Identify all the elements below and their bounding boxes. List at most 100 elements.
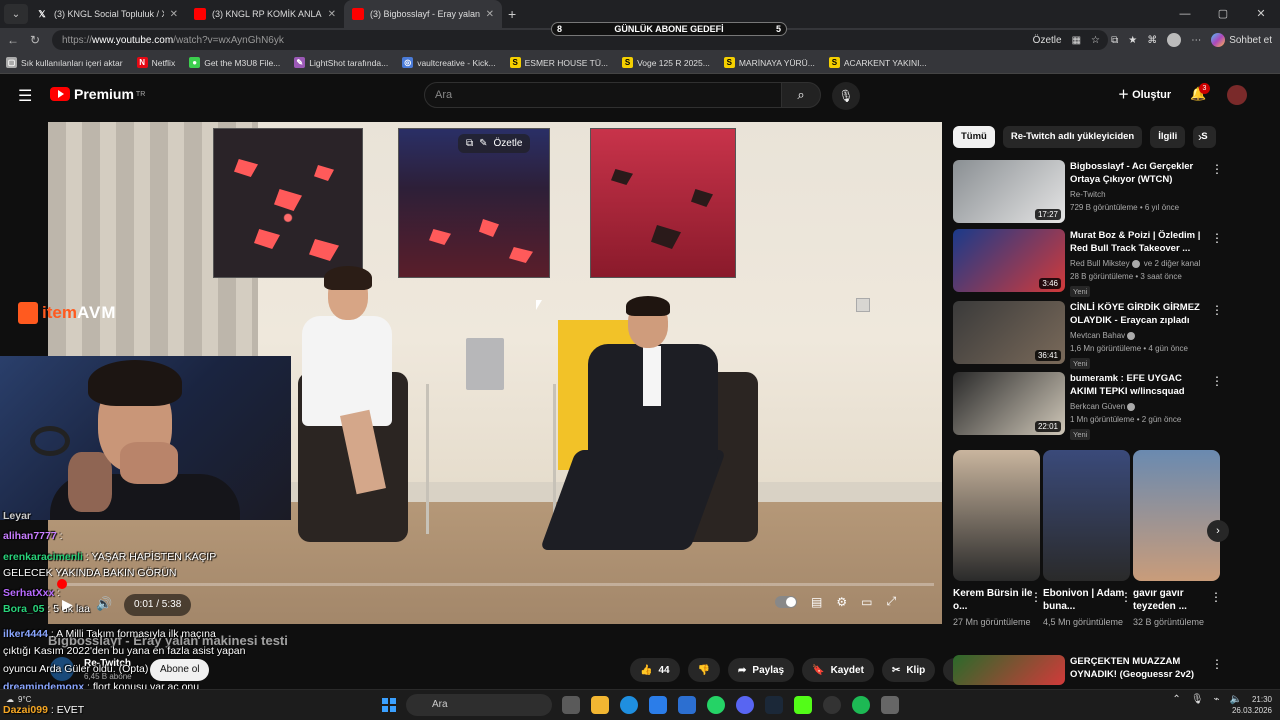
video-thumbnail[interactable] bbox=[953, 655, 1065, 685]
more-vertical-icon[interactable]: ⋮ bbox=[1211, 657, 1223, 671]
filter-chip[interactable]: Re-Twitch adlı yükleyiciden bbox=[1002, 126, 1143, 148]
short-title[interactable]: gavır gavır teyzeden ... bbox=[1133, 587, 1220, 613]
bookmark-item[interactable]: ◎ vaultcreative - Kick... bbox=[402, 57, 496, 68]
shorts-next-button[interactable]: › bbox=[1207, 520, 1229, 542]
more-vertical-icon[interactable]: ⋮ bbox=[1211, 231, 1223, 245]
more-vertical-icon[interactable]: ⋮ bbox=[1120, 590, 1132, 604]
like-button[interactable]: 👍 44 bbox=[630, 658, 680, 682]
channel-name[interactable]: Re-Twitch bbox=[1070, 190, 1106, 199]
extensions-icon[interactable]: ⧉ bbox=[1111, 35, 1118, 46]
reload-icon[interactable]: ↻ bbox=[24, 33, 46, 47]
short-item[interactable]: gavır gavır teyzeden ... 32 B görüntüleme… bbox=[1133, 450, 1222, 628]
recommended-video[interactable]: 17:27 Bigbosslayf - Acı Gerçekler Ortaya … bbox=[953, 160, 1273, 224]
filter-chip[interactable]: Tümü bbox=[953, 126, 995, 148]
short-thumbnail[interactable] bbox=[1133, 450, 1220, 581]
app-grid-icon[interactable]: ▦ bbox=[1072, 35, 1081, 46]
account-avatar[interactable] bbox=[1227, 85, 1247, 105]
close-tab-icon[interactable]: ✕ bbox=[170, 9, 178, 20]
kick-icon[interactable] bbox=[794, 696, 812, 714]
channel-name[interactable]: Berkcan Güven bbox=[1070, 402, 1137, 411]
edge-icon[interactable] bbox=[620, 696, 638, 714]
network-icon[interactable]: ⌁ bbox=[1214, 694, 1220, 705]
recommended-video[interactable]: 36:41 CİNLİ KÖYE GİRDİK GİRMEZ OLAYDIK - … bbox=[953, 301, 1273, 369]
volume-icon[interactable]: 🔊 bbox=[96, 596, 112, 612]
collections-icon[interactable]: ⌘ bbox=[1147, 35, 1157, 46]
video-title[interactable]: bumeramk : EFE UYGAC AKIMI TEPKI w/lincs… bbox=[1070, 372, 1210, 398]
profile-avatar[interactable] bbox=[1167, 33, 1182, 47]
bookmark-item[interactable]: S ESMER HOUSE TÜ... bbox=[509, 57, 608, 68]
minimize-button[interactable]: — bbox=[1166, 0, 1204, 28]
video-thumbnail[interactable]: 36:41 bbox=[953, 301, 1065, 364]
weather-widget[interactable]: ☁ 9°C bbox=[6, 695, 31, 704]
back-arrow-icon[interactable]: ← bbox=[2, 33, 24, 47]
more-vertical-icon[interactable]: ⋮ bbox=[1211, 162, 1223, 176]
share-button[interactable]: ➦ Paylaş bbox=[728, 658, 795, 682]
more-vertical-icon[interactable]: ⋮ bbox=[1210, 590, 1222, 604]
recommended-video[interactable]: 3:46 Murat Boz & Poizi | Özledim | Red Bu… bbox=[953, 229, 1273, 297]
browser-tab[interactable]: 𝕏 (3) KNGL Social Topluluk / X ✕ bbox=[28, 0, 186, 28]
video-thumbnail[interactable]: 17:27 bbox=[953, 160, 1065, 223]
bookmark-item[interactable]: N Netflix bbox=[136, 57, 175, 68]
browser-tab-active[interactable]: (3) Bigbosslayf - Eray yalan makine ✕ bbox=[344, 0, 502, 28]
short-thumbnail[interactable] bbox=[1043, 450, 1130, 581]
close-tab-icon[interactable]: ✕ bbox=[486, 9, 494, 20]
bookmark-item[interactable]: ✎ LightShot tarafında... bbox=[294, 57, 388, 68]
windows-start-icon[interactable] bbox=[382, 698, 396, 712]
settings-gear-icon[interactable]: ⚙ bbox=[836, 595, 847, 609]
store-icon[interactable] bbox=[649, 696, 667, 714]
whatsapp-icon[interactable] bbox=[707, 696, 725, 714]
chevron-up-icon[interactable]: ⌃ bbox=[1172, 694, 1180, 705]
bookmark-item[interactable]: S Voge 125 R 2025... bbox=[622, 57, 710, 68]
video-title[interactable]: Bigbosslayf - Acı Gerçekler Ortaya Çıkıy… bbox=[1070, 160, 1210, 186]
subtitles-icon[interactable]: ▤ bbox=[811, 595, 822, 609]
recommended-video[interactable]: 22:01 bumeramk : EFE UYGAC AKIMI TEPKI w/… bbox=[953, 372, 1273, 440]
file-explorer-icon[interactable] bbox=[591, 696, 609, 714]
save-button[interactable]: 🔖 Kaydet bbox=[802, 658, 874, 682]
video-progress-bar[interactable] bbox=[56, 579, 934, 589]
video-title[interactable]: GERÇEKTEN MUAZZAM OYNADIK! (Geoguessr 2v… bbox=[1070, 655, 1210, 681]
task-view-icon[interactable] bbox=[562, 696, 580, 714]
maximize-button[interactable]: ▢ bbox=[1204, 0, 1242, 28]
more-vertical-icon[interactable]: ⋮ bbox=[1211, 374, 1223, 388]
play-icon[interactable]: ▶ bbox=[62, 596, 73, 613]
favorites-icon[interactable]: ★ bbox=[1128, 35, 1137, 46]
clip-button[interactable]: ✂ Klip bbox=[881, 658, 936, 682]
browser-tab[interactable]: (3) KNGL RP KOMİK ANLAR #12 - ✕ bbox=[186, 0, 344, 28]
bookmark-item[interactable]: S ACARKENT YAKINI... bbox=[828, 57, 927, 68]
autoplay-toggle[interactable] bbox=[775, 595, 797, 608]
chevron-right-icon[interactable]: › bbox=[1198, 130, 1202, 144]
dislike-button[interactable]: 👎 bbox=[687, 658, 721, 682]
youtube-premium-logo[interactable]: Premium TR bbox=[50, 86, 145, 102]
bookmark-item[interactable]: S MARİNAYA YÜRÜ... bbox=[723, 57, 815, 68]
mail-icon[interactable] bbox=[678, 696, 696, 714]
steam-icon[interactable] bbox=[765, 696, 783, 714]
bookmark-item[interactable]: ▢ Sık kullanılanları içeri aktar bbox=[6, 57, 123, 68]
short-title[interactable]: Ebonivon | Adam buna... bbox=[1043, 587, 1130, 613]
fullscreen-icon[interactable]: ⤢ bbox=[886, 594, 896, 609]
tab-actions-menu-button[interactable]: ⌄ bbox=[4, 4, 28, 24]
video-thumbnail[interactable]: 22:01 bbox=[953, 372, 1065, 435]
close-window-button[interactable]: ✕ bbox=[1242, 0, 1280, 28]
create-button[interactable]: ＋ Oluştur bbox=[1118, 86, 1171, 102]
search-input[interactable]: Ara bbox=[424, 82, 782, 108]
summarize-video-button[interactable]: ⧉ ✎ Özetle bbox=[458, 134, 531, 153]
new-tab-button[interactable]: + bbox=[508, 6, 516, 22]
copilot-button[interactable]: Sohbet et bbox=[1211, 33, 1272, 47]
menu-hamburger-icon[interactable]: ☰ bbox=[18, 86, 32, 106]
filter-chip[interactable]: S bbox=[1193, 126, 1216, 148]
more-vertical-icon[interactable]: ⋮ bbox=[1211, 303, 1223, 317]
summarize-page-button[interactable]: Özetle bbox=[1033, 35, 1062, 46]
taskbar-search-input[interactable]: Ara bbox=[406, 694, 552, 716]
microphone-icon[interactable]: 🎙 bbox=[1191, 694, 1204, 705]
voice-search-button[interactable]: 🎙 bbox=[832, 82, 860, 110]
bookmark-item[interactable]: ● Get the M3U8 File... bbox=[189, 57, 280, 68]
video-thumbnail[interactable]: 3:46 bbox=[953, 229, 1065, 292]
system-clock[interactable]: 21:30 26.03.2026 bbox=[1232, 694, 1272, 716]
short-title[interactable]: Kerem Bürsin ile o... bbox=[953, 587, 1040, 613]
subscribe-button[interactable]: Abone ol bbox=[150, 659, 210, 681]
obs-icon[interactable] bbox=[823, 696, 841, 714]
spotify-icon[interactable] bbox=[852, 696, 870, 714]
video-title[interactable]: Murat Boz & Poizi | Özledim | Red Bull T… bbox=[1070, 229, 1210, 255]
discord-icon[interactable] bbox=[736, 696, 754, 714]
close-tab-icon[interactable]: ✕ bbox=[328, 9, 336, 20]
